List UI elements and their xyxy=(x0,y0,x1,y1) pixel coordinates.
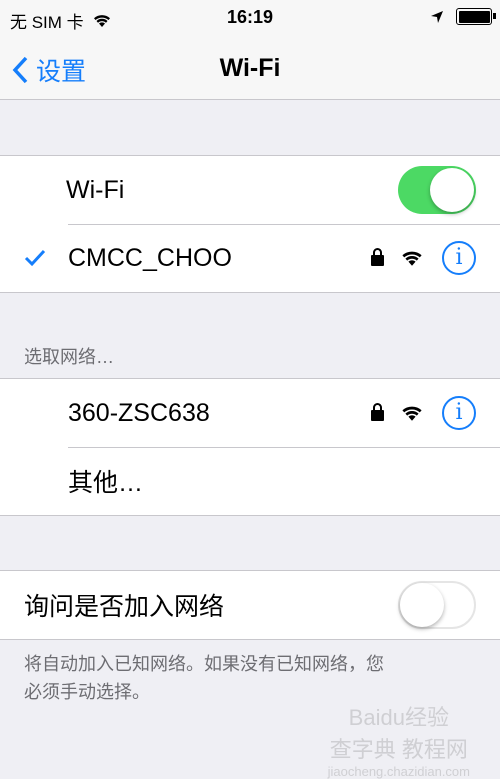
wifi-signal-icon xyxy=(402,406,422,421)
status-bar: 无 SIM 卡 16:19 xyxy=(0,0,500,40)
footer-note: 将自动加入已知网络。如果没有已知网络，您 必须手动选择。 xyxy=(24,650,474,706)
footer-line: 将自动加入已知网络。如果没有已知网络，您 xyxy=(24,654,384,674)
watermark-text: 查字典 教程网 xyxy=(329,737,468,762)
wifi-toggle-row: Wi-Fi xyxy=(0,156,500,224)
clock: 16:19 xyxy=(226,7,274,27)
ask-join-group: 询问是否加入网络 xyxy=(0,570,500,640)
info-button[interactable]: i xyxy=(442,241,476,275)
networks-group: 360-ZSC638 i 其他… xyxy=(0,378,500,516)
networks-header: 选取网络… xyxy=(24,347,114,367)
wifi-group: Wi-Fi CMCC_CHOO i xyxy=(0,155,500,293)
ask-join-label: 询问是否加入网络 xyxy=(24,593,225,621)
info-button[interactable]: i xyxy=(442,396,476,430)
connected-network-row[interactable]: CMCC_CHOO i xyxy=(0,224,500,292)
wifi-label: Wi-Fi xyxy=(66,175,125,204)
lock-icon xyxy=(371,248,384,266)
ask-join-row: 询问是否加入网络 xyxy=(0,571,500,639)
navigation-bar: 设置 Wi-Fi xyxy=(0,40,500,100)
checkmark-icon xyxy=(24,249,46,267)
network-name: CMCC_CHOO xyxy=(68,243,232,272)
other-network-row[interactable]: 其他… xyxy=(0,447,500,515)
network-name: 360-ZSC638 xyxy=(68,398,210,427)
lock-icon xyxy=(371,403,384,421)
wifi-signal-icon xyxy=(402,251,422,266)
battery-icon xyxy=(456,8,496,25)
ask-join-toggle[interactable] xyxy=(398,581,476,629)
watermark-text: jiaocheng.chazidian.com xyxy=(327,764,470,779)
page-title: Wi-Fi xyxy=(219,54,281,82)
watermark: Baidu经验 查字典 教程网 jiaocheng.chazidian.com xyxy=(328,700,470,779)
network-row[interactable]: 360-ZSC638 i xyxy=(0,379,500,447)
other-label: 其他… xyxy=(68,469,144,497)
watermark-text: Baidu经验 xyxy=(348,705,449,730)
location-arrow-icon xyxy=(431,10,443,23)
wifi-toggle[interactable] xyxy=(398,166,476,214)
